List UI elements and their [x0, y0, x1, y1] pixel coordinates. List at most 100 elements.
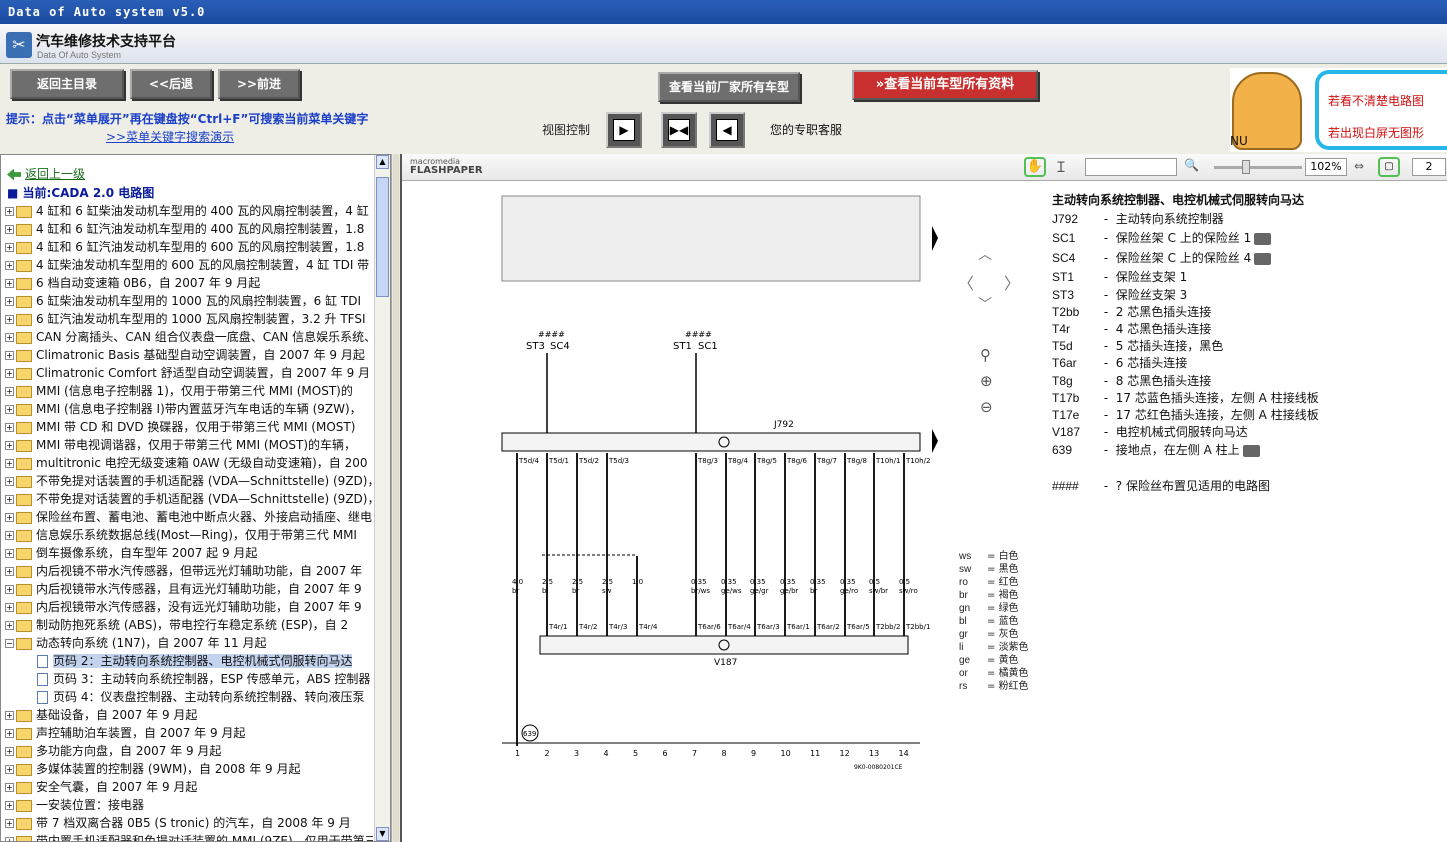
expand-icon[interactable]: +	[5, 423, 14, 432]
help-banner[interactable]: NU 若看不清楚电路图 若出现白屏无图形	[1230, 68, 1447, 152]
tree-folder-item[interactable]: + 内后视镜不带水汽传感器，但带远光灯辅助功能，自 2007 年	[1, 562, 373, 580]
view-split-button[interactable]: ▶◀	[661, 112, 697, 148]
tree-folder-item[interactable]: + 保险丝布置、蓄电池、蓄电池中断点火器、外接启动插座、继电	[1, 508, 373, 526]
banner-line-1[interactable]: 若看不清楚电路图	[1328, 92, 1424, 109]
expand-icon[interactable]: +	[5, 783, 14, 792]
find-input[interactable]	[1085, 158, 1177, 176]
tree-folder-item[interactable]: + 内后视镜带水汽传感器，没有远光灯辅助功能，自 2007 年 9	[1, 598, 373, 616]
expand-icon[interactable]: +	[5, 333, 14, 342]
scroll-down-icon[interactable]: ▼	[376, 827, 389, 841]
expand-icon[interactable]: +	[5, 315, 14, 324]
text-select-icon[interactable]: Ｉ	[1054, 157, 1068, 177]
tree-folder-item[interactable]: +4 缸和 6 缸汽油发动机车型用的 600 瓦的风扇控制装置，1.8	[1, 238, 373, 256]
all-models-button[interactable]: 查看当前厂家所有车型	[658, 72, 800, 102]
pan-left-icon[interactable]: 〈	[958, 270, 974, 294]
expand-icon[interactable]: +	[5, 603, 14, 612]
fit-page-icon[interactable]: ▢	[1378, 157, 1400, 177]
view-expand-right-button[interactable]: ▶	[606, 112, 642, 148]
tree-folder-item[interactable]: + MMI (信息电子控制器 1)，仅用于带第三代 MMI (MOST)的	[1, 382, 373, 400]
hand-tool-icon[interactable]: ✋	[1024, 157, 1046, 177]
expand-icon[interactable]: +	[5, 351, 14, 360]
scroll-thumb[interactable]	[376, 177, 389, 297]
tree-folder-item[interactable]: + 声控辅助泊车装置，自 2007 年 9 月起	[1, 724, 373, 742]
zoom-slider-knob[interactable]	[1242, 160, 1250, 174]
expand-icon[interactable]: +	[5, 531, 14, 540]
tree-folder-item[interactable]: + 信息娱乐系统数据总线(Most—Ring)，仅用于带第三代 MMI	[1, 526, 373, 544]
tree-scrollbar[interactable]: ▲ ▼	[374, 155, 390, 841]
zoom-slider[interactable]	[1214, 160, 1302, 174]
splitter-grip[interactable]	[393, 154, 399, 842]
tree-folder-item[interactable]: + 带内置手机适配器和免提对话装置的 MMI (9ZE)，仅用于带第三	[1, 832, 373, 841]
tree-folder-item[interactable]: + MMI 带电视调谐器，仅用于带第三代 MMI (MOST)的车辆，	[1, 436, 373, 454]
expand-icon[interactable]: +	[5, 279, 14, 288]
tree-folder-item[interactable]: +6 缸柴油发动机车型用的 1000 瓦的风扇控制装置，6 缸 TDI	[1, 292, 373, 310]
zoom-level[interactable]: 102%	[1305, 158, 1347, 176]
home-button[interactable]: 返回主目录	[10, 69, 124, 99]
back-button[interactable]: <<后退	[130, 69, 212, 99]
tree-folder-item[interactable]: + 基础设备，自 2007 年 9 月起	[1, 706, 373, 724]
expand-icon[interactable]: +	[5, 837, 14, 841]
tree-page-item[interactable]: 页码 3：主动转向系统控制器，ESP 传感单元，ABS 控制器	[1, 670, 373, 688]
tree-page-item[interactable]: 页码 2：主动转向系统控制器、电控机械式伺服转向马达	[1, 652, 373, 670]
tree-folder-item[interactable]: +6 档自动变速箱 0B6，自 2007 年 9 月起	[1, 274, 373, 292]
pan-control[interactable]: ︿ 〈 〉 ﹀	[954, 240, 1020, 320]
tree-folder-item[interactable]: + 多功能方向盘，自 2007 年 9 月起	[1, 742, 373, 760]
tree-folder-item[interactable]: + MMI 带 CD 和 DVD 换碟器，仅用于带第三代 MMI (MOST)	[1, 418, 373, 436]
tree-folder-item[interactable]: + 倒车摄像系统，自车型年 2007 起 9 月起	[1, 544, 373, 562]
expand-icon[interactable]: +	[5, 225, 14, 234]
tree-folder-item[interactable]: + MMI (信息电子控制器 I)带内置蓝牙汽车电话的车辆 (9ZW)，	[1, 400, 373, 418]
expand-icon[interactable]: +	[5, 747, 14, 756]
camera-icon[interactable]	[1254, 252, 1272, 265]
tree-folder-item[interactable]: +4 缸和 6 缸汽油发动机车型用的 400 瓦的风扇控制装置，1.8	[1, 220, 373, 238]
expand-icon[interactable]: +	[5, 297, 14, 306]
expand-icon[interactable]: +	[5, 729, 14, 738]
expand-icon[interactable]: +	[5, 549, 14, 558]
expand-icon[interactable]: +	[5, 261, 14, 270]
scroll-up-icon[interactable]: ▲	[376, 155, 389, 169]
tree-folder-item[interactable]: + 一安装位置：接电器	[1, 796, 373, 814]
tree-folder-item[interactable]: + 多媒体装置的控制器 (9WM)，自 2008 年 9 月起	[1, 760, 373, 778]
tree-folder-item[interactable]: + Climatronic Basis 基础型自动空调装置，自 2007 年 9 …	[1, 346, 373, 364]
expand-icon[interactable]: +	[5, 387, 14, 396]
collapse-icon[interactable]: −	[5, 639, 14, 648]
expand-icon[interactable]: +	[5, 207, 14, 216]
find-search-icon[interactable]: 🔍	[1184, 158, 1199, 172]
tree-folder-item[interactable]: − 动态转向系统 (1N7)，自 2007 年 11 月起	[1, 634, 373, 652]
expand-icon[interactable]: +	[5, 567, 14, 576]
tree-page-item[interactable]: 页码 4：仪表盘控制器、主动转向系统控制器、转向液压泵	[1, 688, 373, 706]
customer-service-label[interactable]: 您的专职客服	[770, 121, 842, 138]
pan-right-icon[interactable]: 〉	[1004, 270, 1020, 294]
banner-line-2[interactable]: 若出现白屏无图形	[1328, 124, 1424, 141]
expand-icon[interactable]: +	[5, 585, 14, 594]
tree-folder-item[interactable]: +6 缸汽油发动机车型用的 1000 瓦风扇控制装置，3.2 升 TFSI	[1, 310, 373, 328]
tree-folder-item[interactable]: + CAN 分离插头、CAN 组合仪表盘一底盘、CAN 信息娱乐系统、	[1, 328, 373, 346]
view-expand-left-button[interactable]: ◀	[709, 112, 745, 148]
tree-folder-item[interactable]: +4 缸柴油发动机车型用的 600 瓦的风扇控制装置，4 缸 TDI 带	[1, 256, 373, 274]
tree-folder-item[interactable]: + 不带免提对话装置的手机适配器 (VDA—Schnittstelle) (9ZD…	[1, 490, 373, 508]
zoom-in-icon[interactable]: ⊕	[980, 372, 993, 390]
panel-splitter[interactable]	[391, 154, 400, 842]
expand-icon[interactable]: +	[5, 441, 14, 450]
document-viewer[interactable]: macromedia FLASHPAPER ✋ Ｉ 🔍 102% ⇔ ▢ 2 ST…	[400, 154, 1447, 842]
forward-button[interactable]: >>前进	[218, 69, 300, 99]
camera-icon[interactable]	[1254, 232, 1272, 245]
expand-icon[interactable]: +	[5, 477, 14, 486]
camera-icon[interactable]	[1242, 444, 1260, 457]
expand-icon[interactable]: +	[5, 243, 14, 252]
expand-icon[interactable]: +	[5, 459, 14, 468]
expand-icon[interactable]: +	[5, 819, 14, 828]
back-up-link[interactable]: 返回上一级	[7, 165, 85, 182]
tree-folder-item[interactable]: +4 缸和 6 缸柴油发动机车型用的 400 瓦的风扇控制装置，4 缸	[1, 202, 373, 220]
tree-folder-item[interactable]: + 不带免提对话装置的手机适配器 (VDA—Schnittstelle) (9ZD…	[1, 472, 373, 490]
expand-icon[interactable]: +	[5, 369, 14, 378]
search-demo-link[interactable]: >>菜单关键字搜索演示	[106, 128, 234, 145]
expand-icon[interactable]: +	[5, 405, 14, 414]
tree-folder-item[interactable]: + 内后视镜带水汽传感器，且有远光灯辅助功能，自 2007 年 9	[1, 580, 373, 598]
expand-icon[interactable]: +	[5, 765, 14, 774]
zoom-search-icon[interactable]: ⚲	[980, 346, 991, 364]
tree-folder-item[interactable]: + multitronic 电控无级变速箱 0AW (无级自动变速箱)，自 200	[1, 454, 373, 472]
pan-up-icon[interactable]: ︿	[978, 244, 992, 264]
tree-folder-item[interactable]: + 安全气囊，自 2007 年 9 月起	[1, 778, 373, 796]
tree-folder-item[interactable]: + 制动防抱死系统 (ABS)，带电控行车稳定系统 (ESP)，自 2	[1, 616, 373, 634]
tree-folder-item[interactable]: + 带 7 档双离合器 0B5 (S tronic) 的汽车，自 2008 年 9…	[1, 814, 373, 832]
